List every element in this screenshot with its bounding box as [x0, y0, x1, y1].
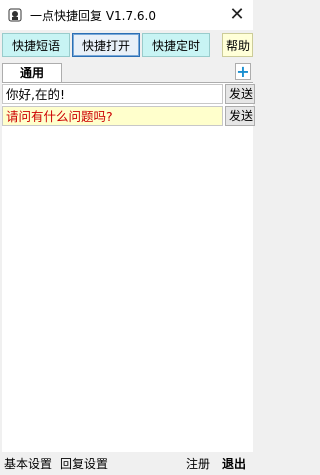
reply-text[interactable]: 你好,在的!: [2, 84, 223, 104]
plus-icon: +: [236, 62, 250, 81]
add-tab-button[interactable]: +: [235, 63, 251, 80]
list-item: 请问有什么问题吗? 发送: [2, 106, 255, 126]
tab-general[interactable]: 通用: [2, 63, 62, 82]
footer-bar: 基本设置 回复设置 注册 退出: [0, 452, 253, 475]
exit-link[interactable]: 退出: [222, 455, 246, 472]
basic-settings-link[interactable]: 基本设置: [4, 455, 52, 472]
reply-list: 你好,在的! 发送 请问有什么问题吗? 发送: [2, 82, 255, 452]
title-bar: 一点快捷回复 V1.7.6.0 ✕: [0, 0, 253, 30]
send-button[interactable]: 发送: [225, 84, 255, 104]
tab-row: 通用 +: [0, 63, 253, 82]
reply-settings-link[interactable]: 回复设置: [60, 455, 108, 472]
send-button[interactable]: 发送: [225, 106, 255, 126]
close-button[interactable]: ✕: [225, 3, 249, 27]
help-button[interactable]: 帮助: [222, 33, 253, 57]
close-icon: ✕: [229, 4, 245, 25]
app-logo-icon: [8, 8, 22, 22]
window-title: 一点快捷回复 V1.7.6.0: [30, 9, 157, 23]
quick-open-button[interactable]: 快捷打开: [72, 33, 140, 57]
register-link[interactable]: 注册: [186, 455, 210, 472]
quick-phrases-button[interactable]: 快捷短语: [2, 33, 70, 57]
list-item: 你好,在的! 发送: [2, 84, 255, 104]
reply-text[interactable]: 请问有什么问题吗?: [2, 106, 223, 126]
quick-timer-button[interactable]: 快捷定时: [142, 33, 210, 57]
